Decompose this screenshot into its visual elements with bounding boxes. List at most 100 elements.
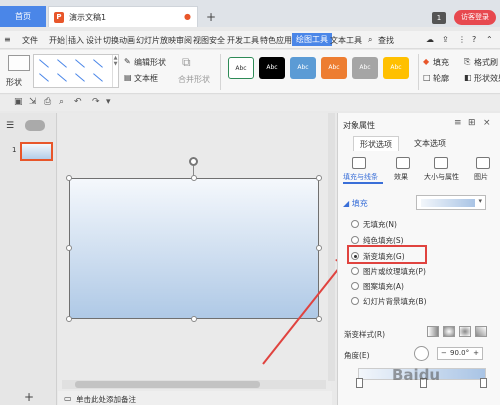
menu-special-apps[interactable]: 特色应用 (260, 35, 292, 46)
subtab-fill-line[interactable]: 填充与线条 (343, 172, 378, 182)
resize-handle-s[interactable] (191, 316, 197, 322)
size-icon[interactable] (434, 157, 448, 169)
subtab-size[interactable]: 大小与属性 (424, 172, 459, 182)
cloud-icon[interactable]: ☁ (426, 35, 434, 44)
notes-area[interactable]: ▭ 单击此处添加备注 (58, 391, 332, 405)
share-icon[interactable]: ⇪ (442, 35, 449, 44)
panel-menu-icon[interactable]: ≡ (454, 118, 462, 128)
tab-text-options[interactable]: 文本选项 (407, 136, 453, 151)
gradient-style-linear[interactable] (427, 326, 439, 337)
menu-file[interactable]: 文件 (22, 35, 38, 46)
gallery-scroll[interactable]: ▲ ▼ (112, 55, 118, 87)
fill-line-icon[interactable] (352, 157, 366, 169)
gradient-stop-start[interactable] (356, 378, 363, 388)
menu-security[interactable]: 安全 (209, 35, 225, 46)
help-icon[interactable]: ? (472, 35, 476, 44)
style-preset-5[interactable]: Abc (352, 57, 378, 79)
radio-pattern-fill[interactable]: 图案填充(A) (351, 281, 404, 292)
gradient-style-path[interactable] (475, 326, 487, 337)
radio-pattern-fill-label: 图案填充(A) (363, 282, 404, 291)
slide-number: 1 (12, 146, 17, 154)
save-icon[interactable]: ▣ (14, 97, 23, 107)
style-preset-4[interactable]: Abc (321, 57, 347, 79)
gradient-style-rect[interactable] (459, 326, 471, 337)
line-style-gallery[interactable] (33, 54, 119, 88)
preview-icon[interactable]: ⌕ (59, 97, 64, 107)
resize-handle-sw[interactable] (66, 316, 72, 322)
menu-developer[interactable]: 开发工具 (227, 35, 259, 46)
text-box-button[interactable]: 文本框 (134, 73, 158, 84)
add-slide-icon[interactable]: + (24, 390, 34, 404)
panel-close-icon[interactable]: × (483, 118, 491, 128)
angle-stepper[interactable]: − 90.0° + (437, 347, 483, 360)
fill-color-dropdown[interactable]: ▾ (416, 195, 486, 210)
angle-value[interactable]: 90.0° (450, 348, 469, 359)
menu-find[interactable]: 查找 (378, 35, 394, 46)
search-icon[interactable]: ⌕ (368, 35, 372, 45)
selection-highlight-box (347, 245, 427, 264)
radio-background-fill-label: 幻灯片背景填充(B) (363, 297, 427, 306)
radio-no-fill[interactable]: 无填充(N) (351, 219, 397, 230)
picture-icon[interactable] (476, 157, 490, 169)
slide-view-icon[interactable] (25, 120, 45, 131)
style-preset-1[interactable]: Abc (228, 57, 254, 79)
outline-button[interactable]: 轮廓 (433, 73, 449, 84)
dropdown-icon[interactable]: ▾ (106, 97, 111, 107)
text-box-icon: ▤ (124, 73, 132, 82)
resize-handle-w[interactable] (66, 245, 72, 251)
visitor-login-button[interactable]: 访客登录 (454, 10, 496, 25)
home-tab[interactable]: 首页 (0, 6, 46, 27)
fill-button[interactable]: 填充 (433, 57, 449, 68)
merge-shape-button[interactable]: 合并形状 (178, 74, 210, 85)
subtab-picture[interactable]: 图片 (474, 172, 488, 182)
fill-preview (421, 199, 475, 207)
effect-icon[interactable] (396, 157, 410, 169)
menu-view[interactable]: 视图 (193, 35, 209, 46)
panel-pin-icon[interactable]: ⊞ (468, 118, 476, 128)
collapse-icon[interactable]: ⌃ (486, 35, 493, 44)
gradient-stop-end[interactable] (480, 378, 487, 388)
format-brush-button[interactable]: 格式刷 (474, 57, 498, 68)
edit-shape-button[interactable]: 编辑形状 (134, 57, 166, 68)
rotate-handle[interactable] (189, 157, 198, 166)
radio-background-fill[interactable]: 幻灯片背景填充(B) (351, 296, 427, 307)
shape-effect-button[interactable]: 形状效果 (474, 73, 500, 84)
document-tab[interactable]: P 演示文稿1 ● (48, 6, 198, 27)
menu-slideshow[interactable]: 幻灯片放映 (136, 35, 176, 46)
print-icon[interactable]: ⎙ (44, 97, 51, 107)
angle-decrement[interactable]: − (441, 348, 447, 359)
angle-dial[interactable] (414, 346, 429, 361)
redo-icon[interactable]: ↷ (92, 97, 100, 107)
slide-thumbnail[interactable] (20, 142, 53, 161)
menu-review[interactable]: 审阅 (176, 35, 192, 46)
radio-picture-fill[interactable]: 图片或纹理填充(P) (351, 266, 426, 277)
resize-handle-ne[interactable] (316, 175, 322, 181)
undo-icon[interactable]: ↶ (74, 97, 82, 107)
style-preset-6[interactable]: Abc (383, 57, 409, 79)
resize-handle-nw[interactable] (66, 175, 72, 181)
new-tab-icon[interactable]: + (206, 10, 216, 24)
export-icon[interactable]: ⇲ (29, 97, 37, 107)
angle-increment[interactable]: + (473, 348, 479, 359)
style-preset-3[interactable]: Abc (290, 57, 316, 79)
menu-insert[interactable]: 插入 (68, 35, 84, 46)
tab-shape-options[interactable]: 形状选项 (353, 136, 399, 151)
menu-transition[interactable]: 切换 (103, 35, 119, 46)
menu-animation[interactable]: 动画 (119, 35, 135, 46)
horizontal-scroll-thumb[interactable] (75, 381, 260, 388)
angle-label: 角度(E) (344, 351, 370, 360)
gradient-style-radial[interactable] (443, 326, 455, 337)
style-preset-2[interactable]: Abc (259, 57, 285, 79)
menu-drawing-tools[interactable]: 绘图工具 (292, 33, 332, 46)
fill-section-header[interactable]: ◢ 填充 (343, 198, 368, 209)
menu-home[interactable]: 开始 (49, 35, 65, 46)
outline-view-icon[interactable]: ☰ (6, 121, 14, 131)
shapes-label[interactable]: 形状 (6, 77, 22, 88)
subtab-effect[interactable]: 效果 (394, 172, 408, 182)
hamburger-icon[interactable]: ≡ (4, 35, 11, 44)
menu-text-tools[interactable]: 文本工具 (330, 35, 362, 46)
shapes-icon[interactable] (8, 55, 30, 71)
more-icon[interactable]: ⋮ (458, 35, 466, 44)
resize-handle-n[interactable] (191, 175, 197, 181)
menu-design[interactable]: 设计 (86, 35, 102, 46)
